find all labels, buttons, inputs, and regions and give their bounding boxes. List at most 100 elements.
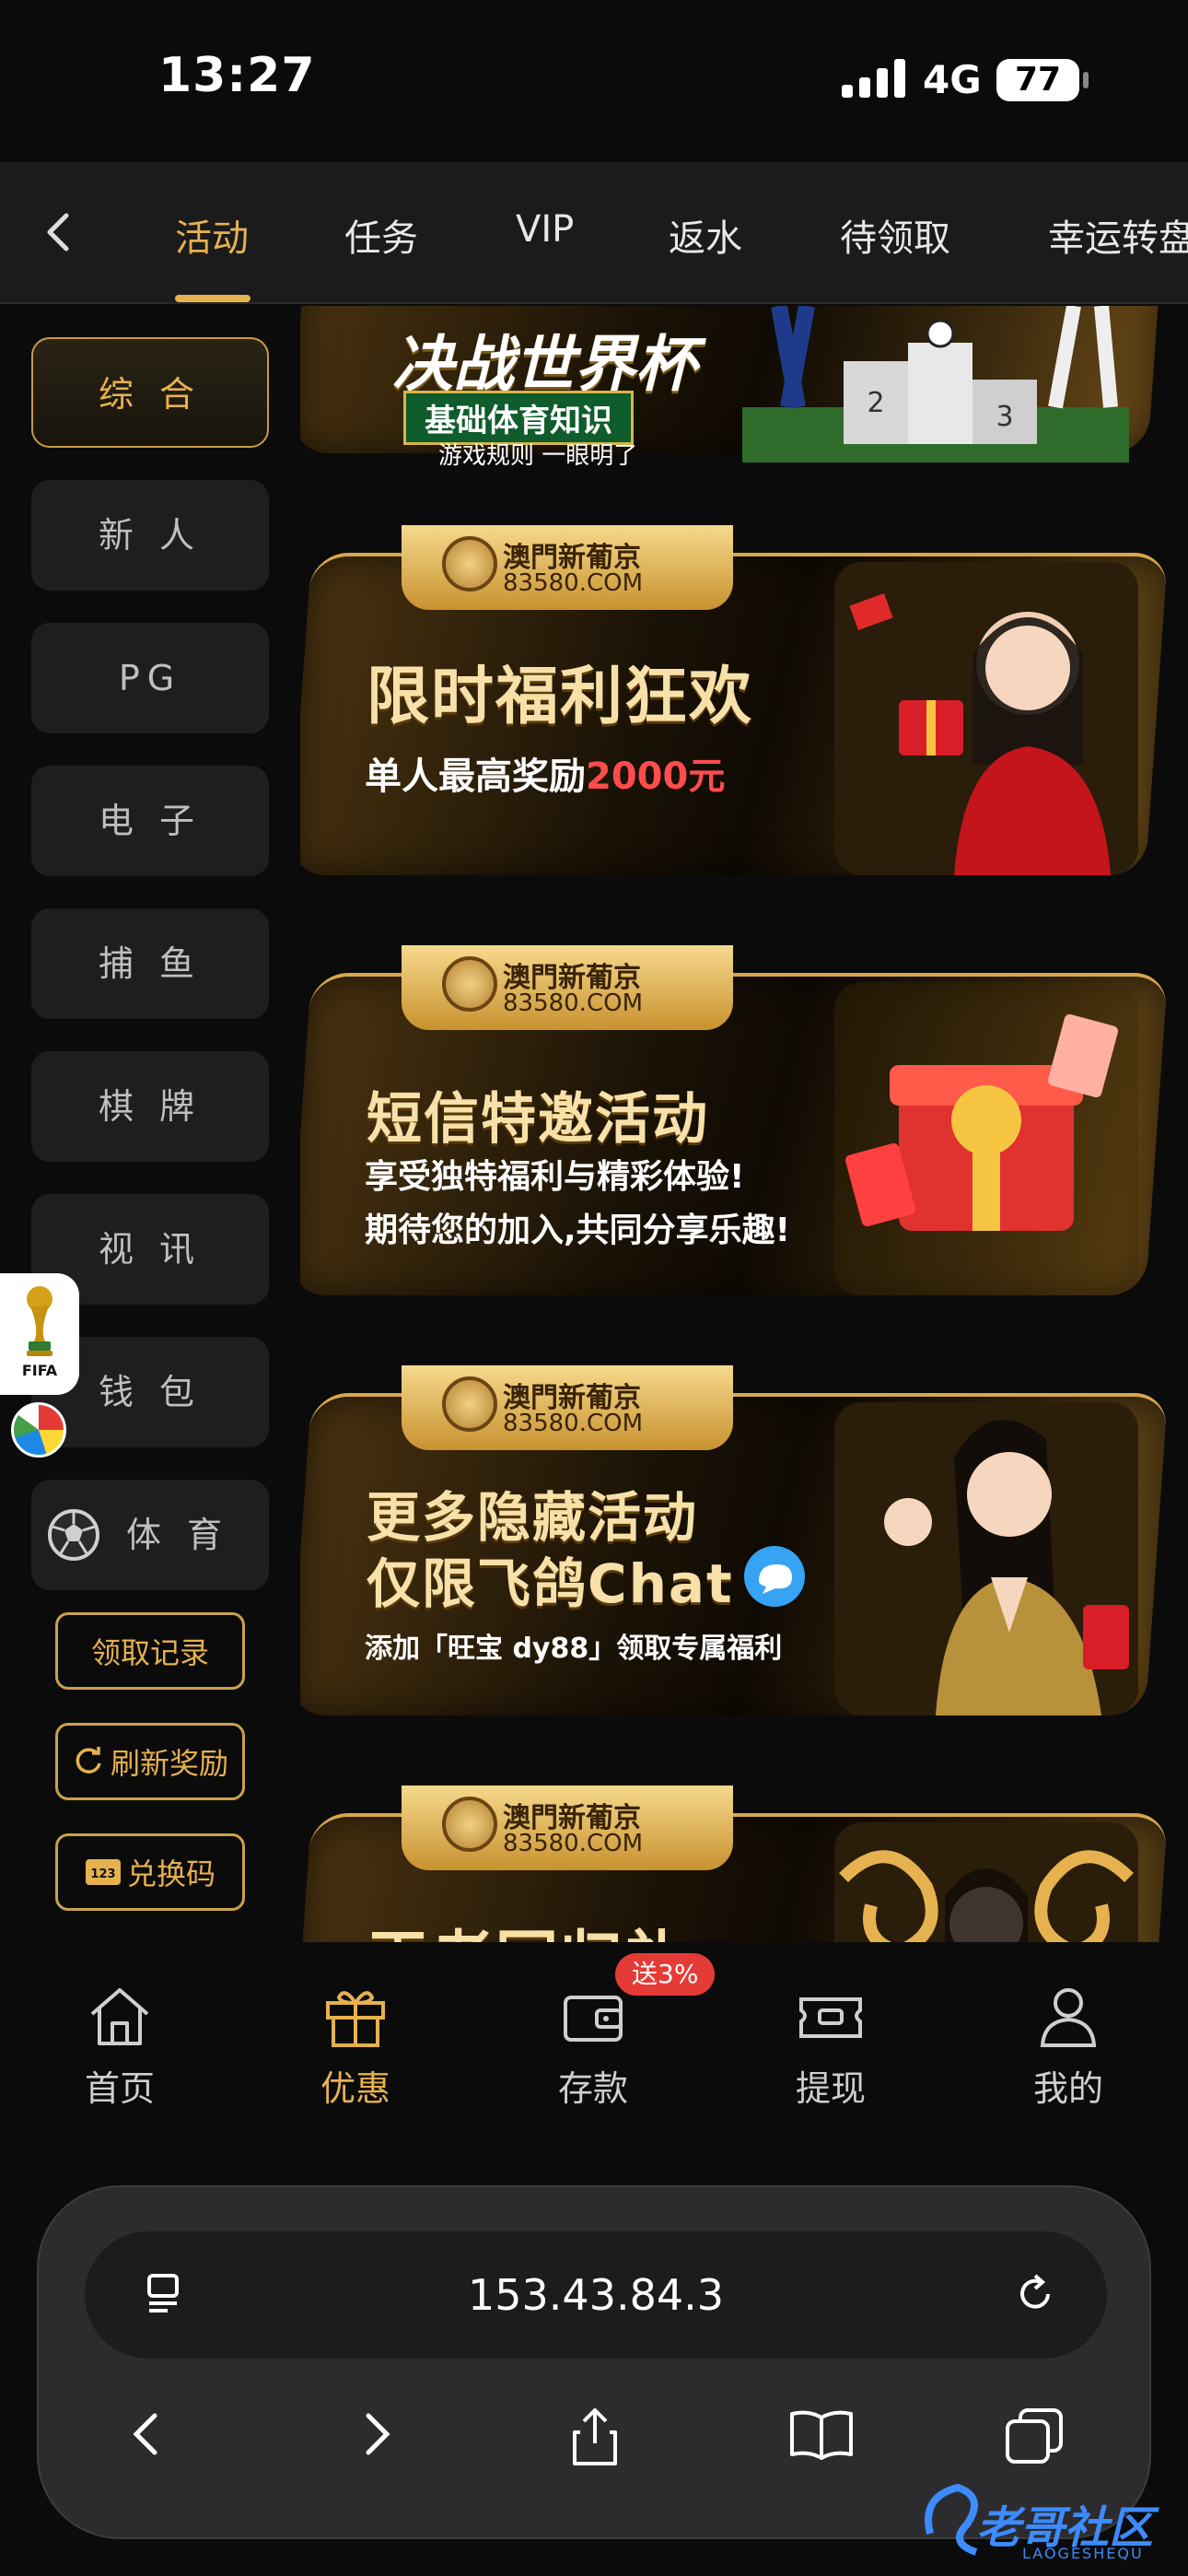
watermark-subtext: LAOGESHEQU <box>1022 2545 1144 2562</box>
brand-tag: 澳門新葡京 83580.COM <box>402 1365 733 1450</box>
banner-headline: 短信特邀活动 <box>367 1087 709 1152</box>
brand-logo-icon <box>442 536 497 591</box>
wallet-icon <box>564 1996 623 2042</box>
nav-withdraw[interactable]: 提现 <box>757 1979 904 2111</box>
gift-box-illustration <box>834 982 1138 1295</box>
brand-logo-icon <box>442 956 497 1012</box>
gift-icon <box>326 1991 385 2047</box>
nav-deposit-label: 存款 <box>557 2068 628 2109</box>
redeem-code-button[interactable]: 123 兑换码 <box>55 1833 245 1911</box>
nav-profile[interactable]: 我的 <box>995 1979 1142 2111</box>
reload-icon[interactable] <box>1009 2268 1061 2320</box>
bottom-navigation: 首页 优惠 存款 送3% 提现 我的 <box>0 1942 1188 2172</box>
model-ok-gesture-illustration <box>834 1402 1138 1715</box>
trophy-icon <box>27 1286 52 1356</box>
redeem-code-label: 兑换码 <box>126 1856 215 1891</box>
soccer-ball-icon <box>48 1509 99 1561</box>
top-tab-bar: 活动 任务 VIP 返水 待领取 幸运转盘 <box>0 162 1188 304</box>
colorful-ball-icon[interactable] <box>11 1402 66 1458</box>
url-text: 153.43.84.3 <box>468 2270 724 2320</box>
back-chevron-icon[interactable] <box>31 205 87 260</box>
category-pg[interactable]: PG <box>31 623 269 733</box>
nav-withdraw-label: 提现 <box>795 2068 866 2109</box>
svg-text:2: 2 <box>867 387 884 419</box>
banner-headline: 限时福利狂欢 <box>367 661 754 733</box>
category-sports-label: 体 育 <box>125 1515 230 1555</box>
claim-history-button[interactable]: 领取记录 <box>55 1612 245 1690</box>
refresh-rewards-button[interactable]: 刷新奖励 <box>55 1723 245 1800</box>
nav-promotions[interactable]: 优惠 <box>282 1979 429 2111</box>
user-icon <box>1040 1988 1097 2047</box>
refresh-icon <box>76 1747 101 1774</box>
address-bar[interactable]: 153.43.84.3 <box>85 2231 1107 2359</box>
tab-vip[interactable]: VIP <box>516 208 574 251</box>
promo-banner-worldcup[interactable]: 决战世界杯 基础体育知识 游戏规则 一眼明了 2 3 <box>300 306 1166 472</box>
promo-banner-sms-invite[interactable]: 澳門新葡京 83580.COM 短信特邀活动 享受独特福利与精彩体验! 期待您的… <box>300 945 1169 1295</box>
svg-text:3: 3 <box>996 401 1013 433</box>
banner-headline: 王者回归礼 <box>367 1909 689 1942</box>
football-players-illustration: 2 3 <box>742 306 1129 463</box>
status-bar: 13:27 4G 77 <box>0 0 1188 162</box>
banner-sub-line2: 期待您的加入,共同分享乐趣! <box>365 1212 791 1249</box>
promo-banner-limited-welfare[interactable]: 澳門新葡京 83580.COM 限时福利狂欢 单人最高奖励2000元 <box>300 525 1169 875</box>
network-type: 4G <box>923 57 982 102</box>
tab-activity[interactable]: 活动 <box>175 208 249 262</box>
svg-text:123: 123 <box>90 1868 115 1881</box>
nav-profile-label: 我的 <box>1032 2068 1103 2109</box>
promo-banner-king-return[interactable]: 澳門新葡京 83580.COM 王者回归礼 <box>300 1786 1169 1942</box>
tabs-icon[interactable] <box>1002 2406 1066 2465</box>
banner-worldcup-sub: 游戏规则 一眼明了 <box>438 442 638 470</box>
promo-banner-hidden-events[interactable]: 澳門新葡京 83580.COM 更多隐藏活动 仅限飞鸽Chat 添加「旺宝 dy… <box>300 1365 1169 1715</box>
brand-domain: 83580.COM <box>503 989 644 1017</box>
brand-domain: 83580.COM <box>503 569 644 597</box>
watermark-logo: 老哥社区 LAOGESHEQU <box>921 2469 1188 2570</box>
battery-icon: 77 <box>996 59 1089 101</box>
brand-logo-icon <box>442 1797 497 1852</box>
category-sports[interactable]: 体 育 <box>31 1480 269 1590</box>
promo-banner-list: 决战世界杯 基础体育知识 游戏规则 一眼明了 2 3 澳門新葡京 83580.C… <box>300 306 1188 1942</box>
nav-home-label: 首页 <box>84 2068 155 2109</box>
active-tab-indicator <box>175 295 250 302</box>
ticket-icon <box>799 1997 862 2038</box>
browser-forward-icon[interactable] <box>348 2406 403 2462</box>
browser-back-icon[interactable] <box>120 2406 175 2462</box>
claim-history-label: 领取记录 <box>90 1635 209 1670</box>
brand-tag: 澳門新葡京 83580.COM <box>402 525 733 610</box>
home-icon <box>90 1988 149 2045</box>
category-all[interactable]: 综 合 <box>31 337 269 448</box>
chat-bubble-icon <box>744 1546 805 1607</box>
brand-domain: 83580.COM <box>503 1830 644 1857</box>
banner-sub-prefix: 单人最高奖励 <box>365 755 586 798</box>
category-electronic[interactable]: 电 子 <box>31 766 269 876</box>
signal-icon <box>842 59 905 98</box>
brand-domain: 83580.COM <box>503 1410 644 1437</box>
bookmarks-icon[interactable] <box>786 2406 856 2462</box>
brand-tag: 澳門新葡京 83580.COM <box>402 945 733 1030</box>
status-time: 13:27 <box>158 48 316 103</box>
banner-sub-line1: 享受独特福利与精彩体验! <box>365 1158 745 1196</box>
nav-promotions-label: 优惠 <box>320 2068 390 2109</box>
brand-tag: 澳門新葡京 83580.COM <box>402 1786 733 1870</box>
tab-rebate[interactable]: 返水 <box>669 208 742 262</box>
category-cards[interactable]: 棋 牌 <box>31 1051 269 1162</box>
fifa-float-badge[interactable]: FIFA <box>0 1273 79 1395</box>
model-with-gift-illustration <box>834 562 1138 875</box>
banner-sub: 添加「旺宝 dy88」领取专属福利 <box>365 1633 783 1665</box>
banner-sub-highlight: 2000元 <box>586 755 726 798</box>
nav-home[interactable]: 首页 <box>46 1979 193 2111</box>
code-card-icon: 123 <box>85 1859 121 1885</box>
nav-deposit[interactable]: 存款 <box>519 1979 667 2111</box>
tab-pending[interactable]: 待领取 <box>840 208 950 262</box>
fifa-label: FIFA <box>21 1362 58 1379</box>
brand-logo-icon <box>442 1376 497 1432</box>
refresh-rewards-label: 刷新奖励 <box>110 1746 228 1781</box>
deposit-bonus-badge: 送3% <box>615 1953 716 1996</box>
tab-tasks[interactable]: 任务 <box>344 208 418 262</box>
share-icon[interactable] <box>567 2406 623 2467</box>
category-fishing[interactable]: 捕 鱼 <box>31 908 269 1019</box>
golden-dragon-illustration <box>834 1822 1138 1942</box>
category-newbie[interactable]: 新 人 <box>31 480 269 591</box>
banner-sub: 单人最高奖励2000元 <box>365 746 725 800</box>
banner-headline-line2: 仅限飞鸽Chat <box>367 1552 734 1615</box>
tab-lucky-wheel[interactable]: 幸运转盘 <box>1048 208 1188 262</box>
